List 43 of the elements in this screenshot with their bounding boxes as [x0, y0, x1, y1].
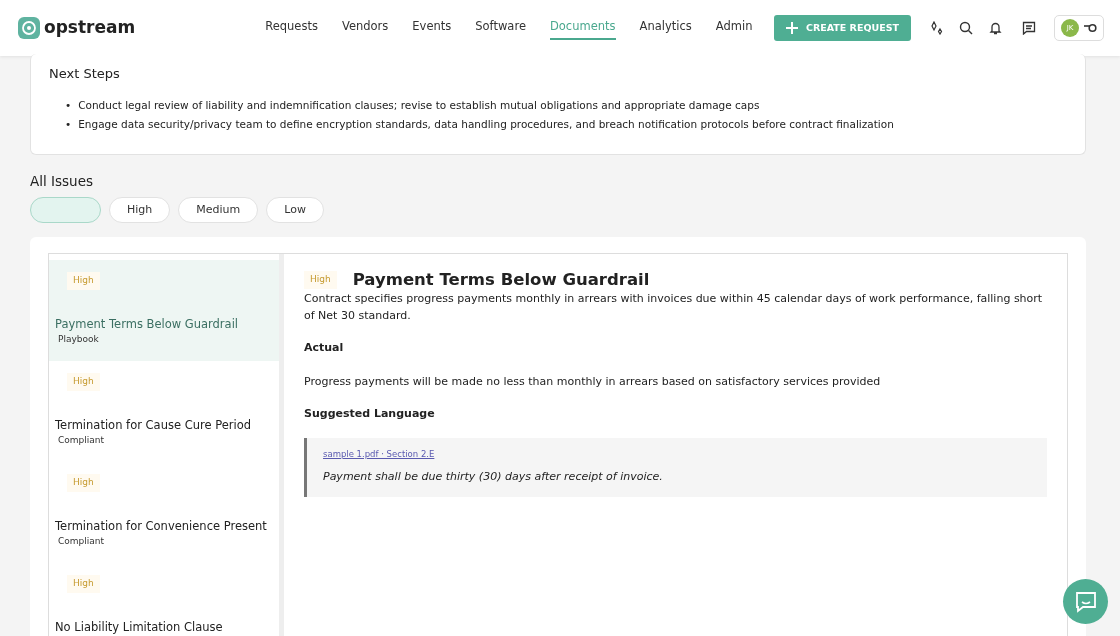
nav-link[interactable]: Admin — [715, 16, 753, 40]
issue-item[interactable]: High Termination for Cause Cure Period Compliant — [49, 361, 279, 463]
toggle-icon — [1083, 23, 1097, 33]
chat-icon — [1073, 590, 1098, 613]
issue-title: Termination for Cause Cure Period — [55, 416, 253, 434]
bullet: • — [65, 116, 72, 132]
field-label: Suggested Language — [304, 405, 436, 422]
issue-item[interactable]: High No Liability Limitation Clause — [49, 563, 279, 636]
issue-status: Compliant — [58, 535, 106, 549]
issue-heading: Payment Terms Below Guardrail — [352, 270, 650, 291]
source-link[interactable]: sample 1.pdf · Section 2.E — [323, 448, 435, 461]
suggested-text: Payment shall be due thirty (30) days after receipt of invoice. — [323, 468, 664, 485]
plus-icon — [785, 22, 798, 34]
list-item: Conduct legal review of liability and indemnification clauses; revise to establish mutual obligations and appropriate damage caps — [78, 97, 760, 113]
bullet: • — [65, 97, 72, 113]
nav-link[interactable]: Requests — [265, 16, 318, 40]
issue-item[interactable]: High Payment Terms Below Guardrail Playbook — [49, 260, 279, 362]
filter-pill[interactable]: Low — [266, 196, 324, 224]
issue-item[interactable]: High Termination for Convenience Present Compliant — [49, 462, 279, 564]
actual-text: Progress payments will be made no less than monthly in arrears based on satisfactory services provided — [304, 373, 882, 390]
issue-status: Playbook — [58, 333, 100, 347]
severity-tag: High — [67, 373, 100, 391]
filter-pill[interactable]: High — [109, 196, 171, 224]
field-label: Actual — [304, 340, 345, 357]
severity-tag: High — [67, 575, 100, 593]
issue-title: Termination for Convenience Present — [55, 517, 268, 535]
nav-link[interactable]: Software — [475, 16, 526, 40]
nav-link[interactable]: Analytics — [639, 16, 692, 40]
severity-tag: High — [67, 474, 100, 492]
issue-description: Contract specifies progress payments monthly in arrears with invoices due within 45 calendar days of work performance, falling short of Net 30 standard. — [304, 291, 1044, 325]
issue-title: No Liability Limitation Clause — [55, 618, 224, 636]
filter-pill[interactable]: Medium — [178, 196, 259, 224]
nav-link[interactable]: Events — [412, 16, 452, 40]
severity-tag: High — [67, 272, 100, 290]
logo-icon — [18, 17, 40, 39]
section-title: Next Steps — [49, 66, 121, 82]
severity-tag: High — [304, 271, 337, 289]
list-item: Engage data security/privacy team to define encryption standards, data handling procedures, and breach notification protocols before contract finalization — [78, 116, 894, 132]
issue-status: Compliant — [58, 434, 106, 448]
brand-name: opstream — [44, 16, 136, 40]
nav-link[interactable]: Vendors — [341, 16, 389, 40]
section-title: All Issues — [30, 172, 94, 189]
issue-title: Payment Terms Below Guardrail — [55, 315, 240, 333]
